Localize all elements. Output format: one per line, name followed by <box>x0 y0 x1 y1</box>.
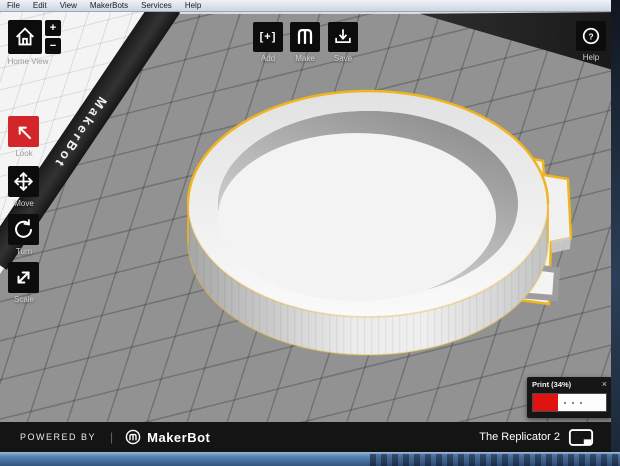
model-floor <box>218 133 496 301</box>
save-icon <box>331 25 355 49</box>
viewport-3d[interactable]: MakerBot + − Home View [+] Add Make Save… <box>0 12 620 422</box>
tool-turn-label: Turn <box>15 247 33 256</box>
window-right-edge <box>611 0 620 466</box>
svg-text:?: ? <box>588 31 593 41</box>
print-progress-fill <box>533 394 558 411</box>
add-button[interactable]: [+] <box>253 22 283 52</box>
footer-bar: POWERED BY | MakerBot The Replicator 2 <box>0 422 620 452</box>
look-arrow-icon <box>12 120 36 144</box>
menu-services[interactable]: Services <box>141 0 172 12</box>
menu-makerbots[interactable]: MakerBots <box>90 0 128 12</box>
menu-edit[interactable]: Edit <box>33 0 47 12</box>
scale-icon <box>11 265 36 290</box>
taskbar-fragment <box>370 454 620 466</box>
save-label: Save <box>333 54 353 63</box>
tool-turn-button[interactable] <box>8 214 39 245</box>
move-icon <box>11 169 36 194</box>
tool-scale-button[interactable] <box>8 262 39 293</box>
menu-help[interactable]: Help <box>185 0 201 12</box>
zoom-in-button[interactable]: + <box>45 20 61 36</box>
close-icon[interactable]: × <box>602 380 607 389</box>
make-button[interactable] <box>290 22 320 52</box>
help-icon: ? <box>579 24 603 48</box>
print-progress-popup: Print (34%) × <box>527 377 612 418</box>
progress-dot <box>572 402 574 404</box>
help-label: Help <box>582 53 600 62</box>
turn-icon <box>11 217 36 242</box>
makerbot-m-icon <box>293 25 317 49</box>
printer-status[interactable]: The Replicator 2 <box>479 428 594 447</box>
window-bottom-border <box>0 452 620 466</box>
progress-dot <box>580 402 582 404</box>
print-progress-bar <box>532 393 607 412</box>
home-view-label: Home View <box>7 57 49 66</box>
tool-move-button[interactable] <box>8 166 39 197</box>
makerware-window: File Edit View MakerBots Services Help M… <box>0 0 620 466</box>
zoom-out-button[interactable]: − <box>45 38 61 54</box>
tool-move-label: Move <box>14 199 34 208</box>
home-icon <box>12 24 38 50</box>
save-button[interactable] <box>328 22 358 52</box>
tool-scale-label: Scale <box>13 295 34 304</box>
footer-brand: MakerBot <box>147 429 211 445</box>
home-view-button[interactable] <box>8 20 42 54</box>
footer-separator: | <box>110 430 114 444</box>
menu-file[interactable]: File <box>7 0 20 12</box>
add-label: Add <box>260 54 276 63</box>
help-button[interactable]: ? <box>576 21 606 51</box>
make-label: Make <box>295 54 315 63</box>
printer-name: The Replicator 2 <box>479 431 560 443</box>
printer-icon <box>568 428 594 447</box>
menu-bar: File Edit View MakerBots Services Help <box>0 0 620 12</box>
model-3d[interactable] <box>0 12 620 422</box>
tool-look-label: Look <box>15 149 33 158</box>
menu-view[interactable]: View <box>60 0 77 12</box>
tool-look-button[interactable] <box>8 116 39 147</box>
powered-by-label: POWERED BY <box>20 432 97 442</box>
progress-dot <box>564 402 566 404</box>
makerbot-circle-m-icon <box>125 429 141 445</box>
print-popup-title: Print (34%) <box>532 380 572 389</box>
